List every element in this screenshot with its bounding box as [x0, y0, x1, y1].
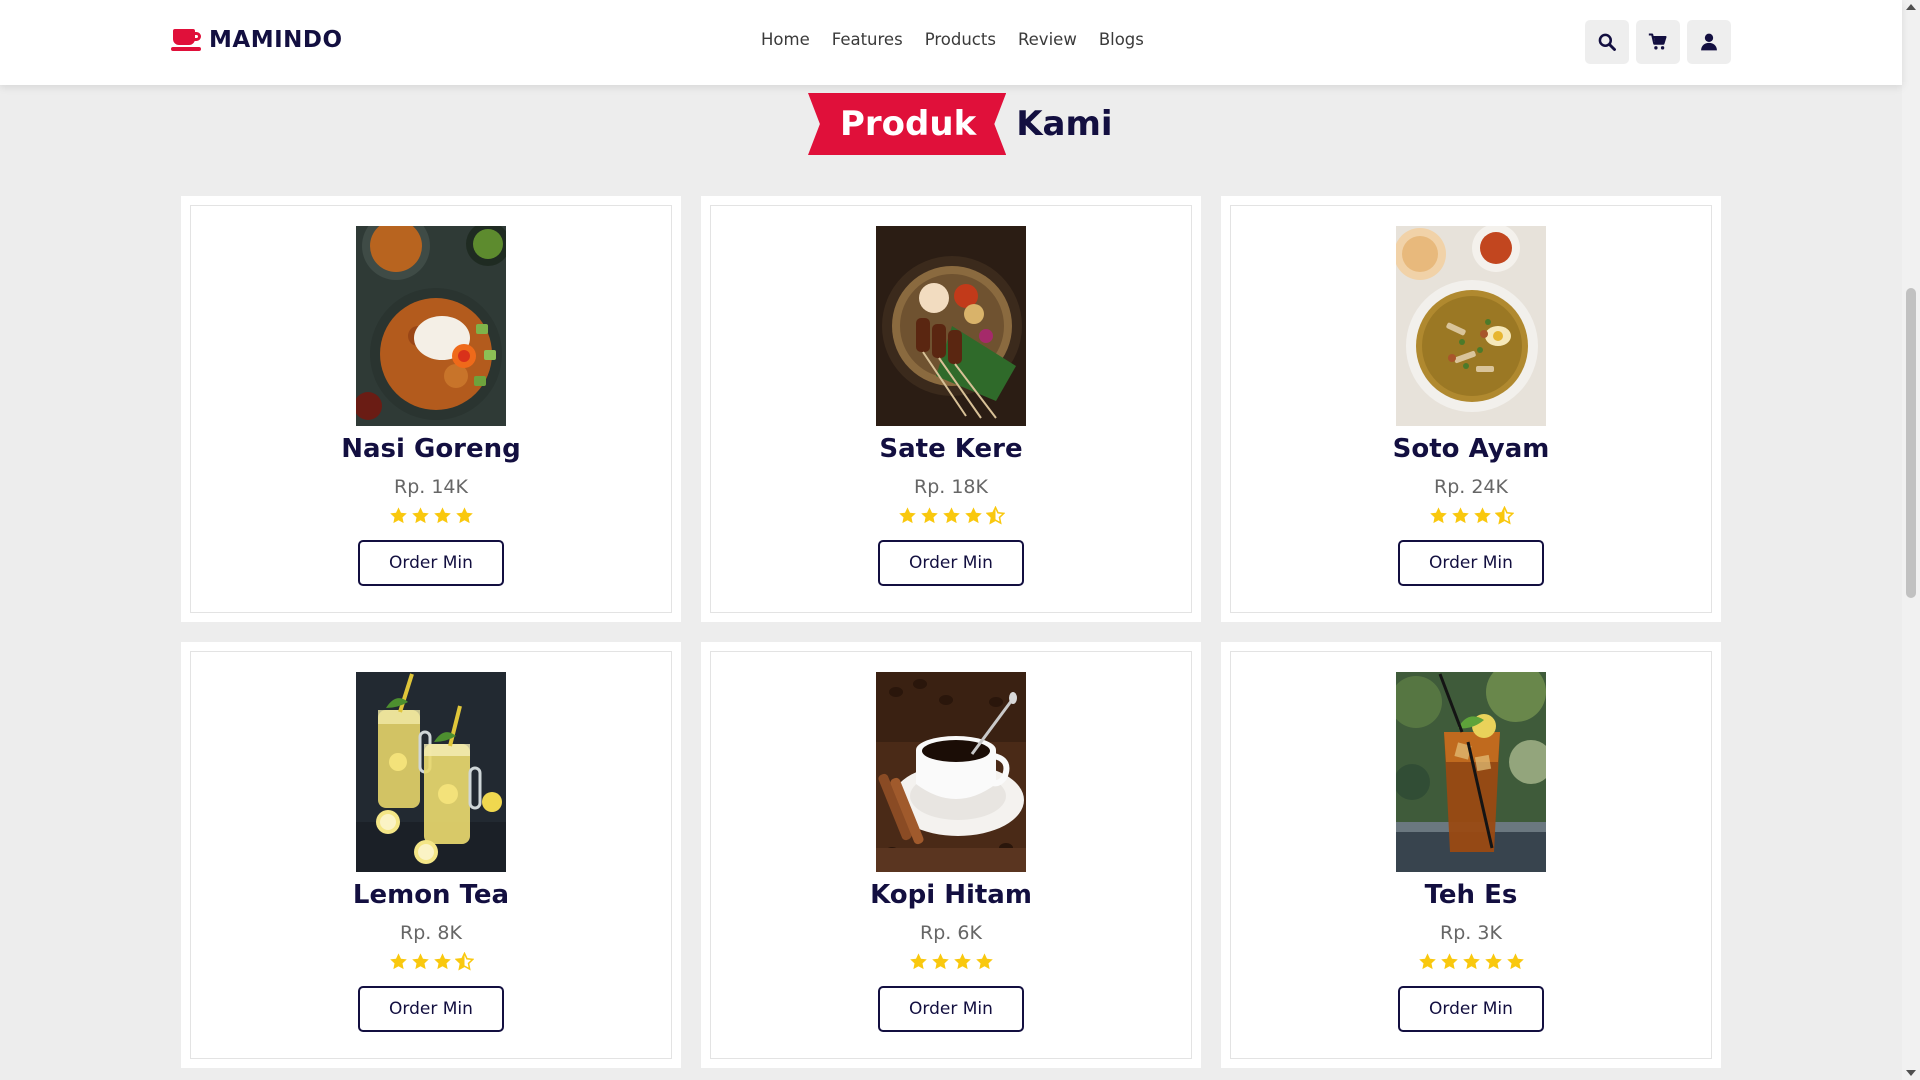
product-card: Lemon Tea Rp. 8K Order Min	[181, 642, 681, 1068]
nav-products[interactable]: Products	[925, 30, 996, 49]
main-nav: Home Features Products Review Blogs	[761, 30, 1144, 49]
product-name: Nasi Goreng	[341, 434, 521, 464]
product-grid: Nasi Goreng Rp. 14K Order Min Sate Kere …	[181, 196, 1721, 1068]
product-card: Teh Es Rp. 3K Order Min	[1221, 642, 1721, 1068]
star-full-icon	[389, 507, 407, 524]
star-full-icon	[1473, 507, 1491, 524]
scroll-thumb[interactable]	[1906, 288, 1916, 598]
brand-logo[interactable]: MAMINDO	[171, 27, 343, 53]
rating-stars	[909, 952, 994, 972]
star-full-icon	[1451, 507, 1469, 524]
star-full-icon	[942, 507, 960, 524]
nav-blogs[interactable]: Blogs	[1099, 30, 1144, 49]
lemon-tea-photo	[356, 672, 506, 872]
product-name: Teh Es	[1424, 880, 1518, 910]
header-actions	[1585, 20, 1731, 64]
product-name: Sate Kere	[879, 434, 1023, 464]
page-scrollbar[interactable]	[1902, 0, 1920, 1080]
coffee-cup-icon	[171, 27, 203, 53]
cart-icon	[1648, 33, 1667, 50]
star-full-icon	[1418, 953, 1436, 970]
product-price: Rp. 24K	[1434, 476, 1508, 498]
star-full-icon	[1440, 953, 1458, 970]
product-price: Rp. 3K	[1440, 922, 1502, 944]
star-full-icon	[1429, 507, 1447, 524]
sate-kere-photo	[876, 226, 1026, 426]
heading-rest: Kami	[1016, 104, 1113, 144]
product-card: Kopi Hitam Rp. 6K Order Min	[701, 642, 1201, 1068]
product-price: Rp. 14K	[394, 476, 468, 498]
brand-name: MAMINDO	[209, 27, 343, 53]
star-full-icon	[1462, 953, 1480, 970]
star-half-icon	[1494, 506, 1514, 525]
product-price: Rp. 18K	[914, 476, 988, 498]
star-full-icon	[964, 507, 982, 524]
product-card: Sate Kere Rp. 18K Order Min	[701, 196, 1201, 622]
order-button[interactable]: Order Min	[1398, 986, 1544, 1032]
star-full-icon	[433, 953, 451, 970]
star-full-icon	[433, 507, 451, 524]
search-icon	[1598, 33, 1616, 51]
star-half-icon	[454, 952, 474, 971]
star-half-icon	[985, 506, 1005, 525]
product-card: Soto Ayam Rp. 24K Order Min	[1221, 196, 1721, 622]
nav-features[interactable]: Features	[832, 30, 903, 49]
scroll-up-arrow-icon[interactable]	[1906, 4, 1916, 10]
cart-button[interactable]	[1636, 20, 1680, 64]
nasi-goreng-photo	[356, 226, 506, 426]
scroll-down-arrow-icon[interactable]	[1906, 1070, 1916, 1076]
product-name: Lemon Tea	[352, 880, 510, 910]
product-name: Kopi Hitam	[870, 880, 1032, 910]
heading-highlight: Produk	[808, 93, 1007, 155]
star-full-icon	[975, 953, 993, 970]
star-full-icon	[931, 953, 949, 970]
order-button[interactable]: Order Min	[358, 540, 504, 586]
star-full-icon	[411, 507, 429, 524]
order-button[interactable]: Order Min	[358, 986, 504, 1032]
rating-stars	[898, 506, 1005, 526]
user-icon	[1701, 33, 1717, 51]
star-full-icon	[920, 507, 938, 524]
star-full-icon	[1484, 953, 1502, 970]
order-button[interactable]: Order Min	[1398, 540, 1544, 586]
product-card: Nasi Goreng Rp. 14K Order Min	[181, 196, 681, 622]
nav-review[interactable]: Review	[1018, 30, 1077, 49]
kopi-hitam-photo	[876, 672, 1026, 872]
product-price: Rp. 6K	[920, 922, 982, 944]
rating-stars	[1429, 506, 1514, 526]
rating-stars	[389, 506, 474, 526]
search-button[interactable]	[1585, 20, 1629, 64]
star-full-icon	[389, 953, 407, 970]
teh-es-photo	[1396, 672, 1546, 872]
nav-home[interactable]: Home	[761, 30, 810, 49]
site-header: MAMINDO Home Features Products Review Bl…	[0, 0, 1902, 85]
section-heading: Produk Kami	[808, 93, 1113, 155]
star-full-icon	[898, 507, 916, 524]
order-button[interactable]: Order Min	[878, 540, 1024, 586]
rating-stars	[1418, 952, 1525, 972]
product-name: Soto Ayam	[1392, 434, 1550, 464]
user-button[interactable]	[1687, 20, 1731, 64]
star-full-icon	[909, 953, 927, 970]
star-full-icon	[1506, 953, 1524, 970]
product-price: Rp. 8K	[400, 922, 462, 944]
order-button[interactable]: Order Min	[878, 986, 1024, 1032]
rating-stars	[389, 952, 474, 972]
star-full-icon	[953, 953, 971, 970]
soto-ayam-photo	[1396, 226, 1546, 426]
star-full-icon	[455, 507, 473, 524]
star-full-icon	[411, 953, 429, 970]
